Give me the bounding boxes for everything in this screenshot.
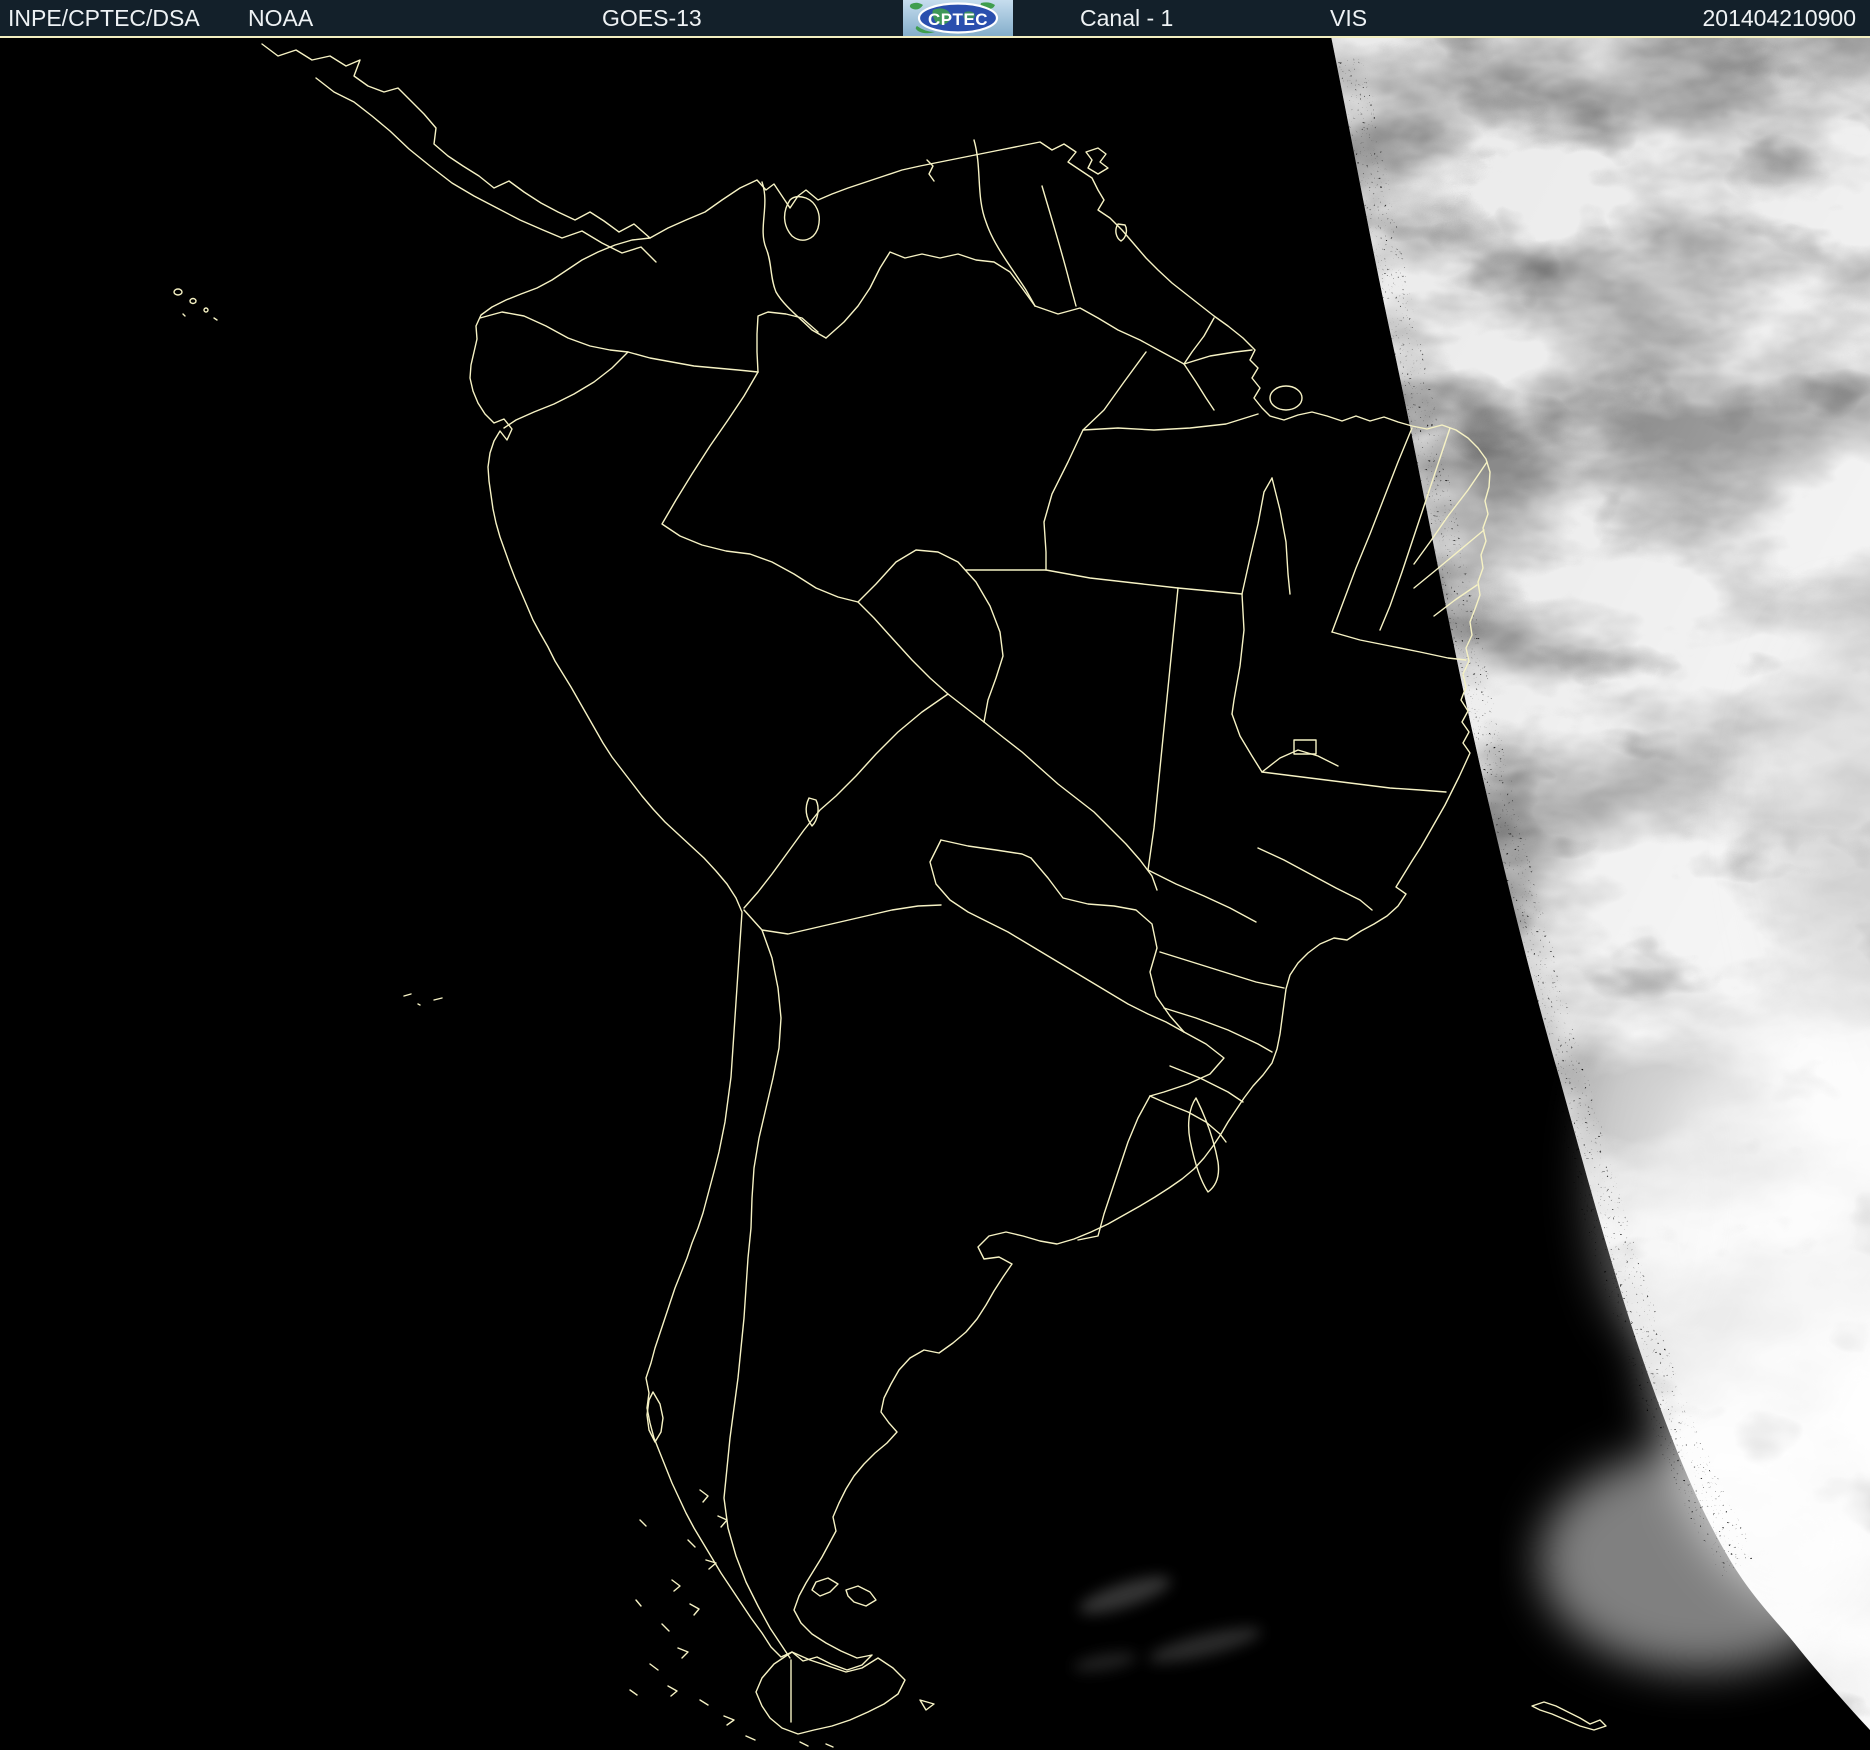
- cptec-logo-text: CPTEC: [928, 10, 988, 29]
- channel-label: Canal - 1: [1080, 5, 1174, 31]
- goes13-vis-scene: [0, 36, 1870, 1750]
- agency-label: NOAA: [248, 5, 314, 31]
- satellite-label: GOES-13: [602, 5, 702, 31]
- header-bar: INPE/CPTEC/DSA NOAA GOES-13 CPTEC Canal …: [0, 0, 1870, 36]
- data-source-label: INPE/CPTEC/DSA: [8, 5, 200, 31]
- timestamp-label: 201404210900: [1702, 5, 1857, 31]
- satellite-viewer: INPE/CPTEC/DSA NOAA GOES-13 CPTEC Canal …: [0, 0, 1870, 1750]
- cptec-logo-icon: CPTEC: [903, 0, 1013, 36]
- header-separator-line: [0, 36, 1870, 38]
- cptec-logo-art: CPTEC: [909, 2, 999, 34]
- band-label: VIS: [1330, 5, 1368, 31]
- satellite-image: [0, 36, 1870, 1750]
